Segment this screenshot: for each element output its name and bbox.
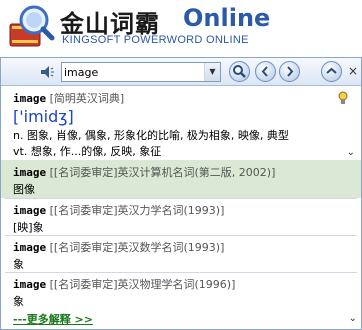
- expand-icon[interactable]: ⌄: [347, 147, 355, 158]
- entry-header: image [[名词委审定]英汉力学名词(1993)]: [13, 202, 224, 218]
- entry-header: image [[名词委审定]英汉计算机名词(第二版, 2002)]: [13, 164, 275, 180]
- entry-header: image [[名词委审定]英汉物理学名词(1996)]: [13, 276, 235, 292]
- definition-line: n. 图象, 肖像, 偶象, 形象化的比喻, 极为相象, 映像, 典型: [13, 129, 289, 142]
- entry-header: image [简明英汉词典]: [13, 90, 124, 106]
- definition-line: 象: [13, 258, 24, 271]
- entry-source: [简明英汉词典]: [49, 92, 125, 105]
- entry-word: image: [13, 204, 47, 217]
- back-button[interactable]: [255, 61, 276, 82]
- search-icon: [233, 65, 246, 78]
- result-entry: image [[名词委审定]英汉计算机名词(第二版, 2002)] 图像: [1, 160, 361, 198]
- toolbar: ▼ ×: [1, 58, 361, 86]
- search-input[interactable]: [64, 64, 202, 80]
- result-entry: image [[名词委审定]英汉数学名词(1993)] 象: [1, 236, 361, 272]
- chevron-down-icon[interactable]: ▼: [204, 63, 220, 81]
- collapse-button[interactable]: [321, 61, 342, 82]
- entry-source: [[名词委审定]英汉计算机名词(第二版, 2002)]: [49, 166, 276, 179]
- entry-word: image: [13, 278, 47, 291]
- result-entry: image [简明英汉词典] ['imidʒ] n. 图象, 肖像, 偶象, 形…: [1, 87, 361, 159]
- results-panel: image [简明英汉词典] ['imidʒ] n. 图象, 肖像, 偶象, 形…: [1, 87, 361, 330]
- entry-source: [[名词委审定]英汉力学名词(1993)]: [49, 204, 225, 217]
- arrow-right-icon: [287, 66, 294, 77]
- search-button[interactable]: [229, 61, 250, 82]
- main-window: ▼ × image: [0, 57, 362, 330]
- result-entry: image [[名词委审定]英汉力学名词(1993)] [映]象: [1, 199, 361, 235]
- more-results-link[interactable]: ---更多解释 >>: [13, 311, 93, 327]
- entry-word: image: [13, 241, 47, 254]
- entry-header: image [[名词委审定]英汉数学名词(1993)]: [13, 239, 224, 255]
- chevron-up-icon: [326, 67, 337, 74]
- definition-line: vt. 想象, 作...的像, 反映, 象征: [13, 145, 162, 158]
- lamp-icon[interactable]: [335, 90, 351, 106]
- chevron-down-icon[interactable]: ⌄: [349, 313, 357, 324]
- forward-button[interactable]: [279, 61, 300, 82]
- definition-line: [映]象: [13, 221, 44, 234]
- entry-source: [[名词委审定]英汉数学名词(1993)]: [49, 241, 225, 254]
- brand-online: Online: [183, 4, 271, 32]
- result-entry: image [[名词委审定]英汉物理学名词(1996)] 象: [1, 273, 361, 309]
- search-box: ▼: [61, 62, 221, 82]
- brand-subtitle: KINGSOFT POWERWORD ONLINE: [62, 34, 249, 46]
- entry-source: [[名词委审定]英汉物理学名词(1996)]: [49, 278, 236, 291]
- definition-line: 象: [13, 295, 24, 308]
- close-icon[interactable]: ×: [348, 64, 358, 78]
- phonetic: ['imidʒ]: [13, 107, 74, 126]
- speaker-icon[interactable]: [39, 64, 55, 80]
- entry-word: image: [13, 166, 47, 179]
- dictionary-logo-icon: [9, 5, 55, 47]
- definition-line: 图像: [13, 183, 35, 196]
- header: 金山词霸 Online KINGSOFT POWERWORD ONLINE: [0, 0, 362, 56]
- arrow-left-icon: [261, 66, 268, 77]
- entry-word: image: [13, 92, 47, 105]
